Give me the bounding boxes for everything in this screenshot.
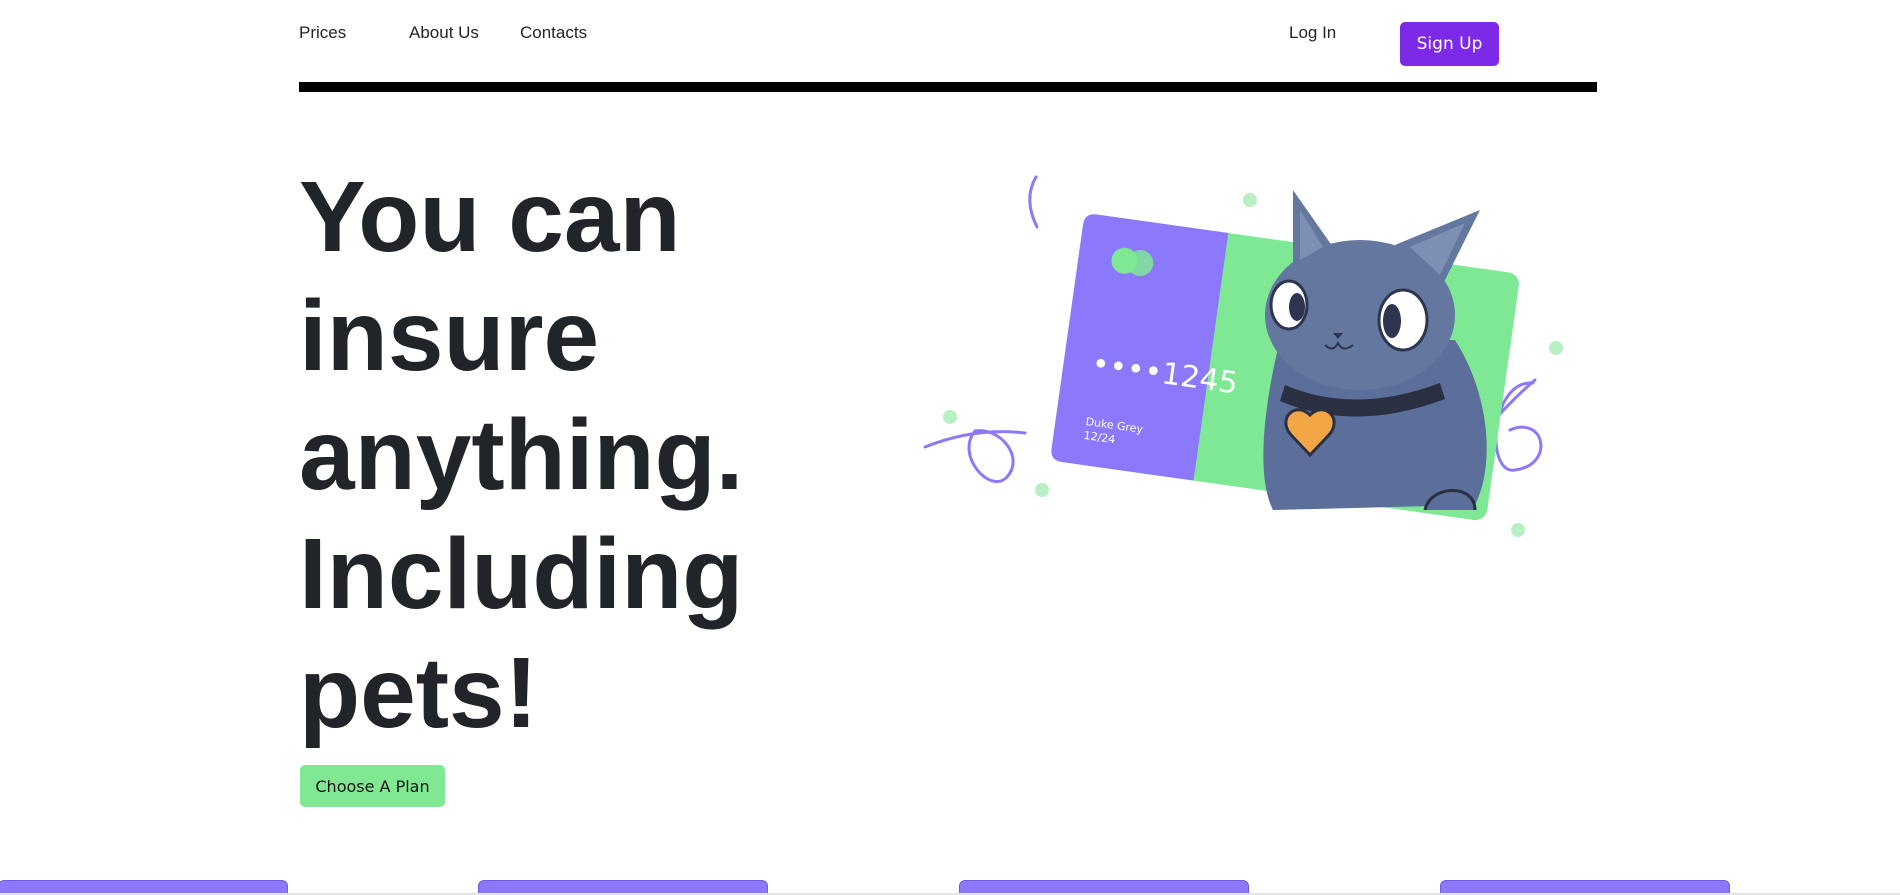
hero-title-line: You can bbox=[299, 161, 681, 273]
nav-divider bbox=[299, 82, 1597, 92]
squiggle-decoration bbox=[1028, 175, 1039, 229]
pet-card-illustration: ••••1245 Duke Grey 12/24 bbox=[923, 175, 1563, 537]
hero-title: You can insure anything. Including pets! bbox=[299, 158, 859, 753]
dot-decoration bbox=[1549, 341, 1563, 355]
nav-link-about-us[interactable]: About Us bbox=[409, 23, 479, 43]
dot-decoration bbox=[943, 410, 957, 424]
login-link[interactable]: Log In bbox=[1289, 23, 1336, 43]
nav-link-contacts[interactable]: Contacts bbox=[520, 23, 587, 43]
signup-button[interactable]: Sign Up bbox=[1400, 22, 1499, 66]
cat-icon bbox=[1263, 190, 1487, 511]
hero-title-line: anything. bbox=[299, 399, 744, 511]
dot-decoration bbox=[1035, 483, 1049, 497]
choose-plan-button[interactable]: Choose A Plan bbox=[300, 765, 445, 807]
hero-title-line: Including bbox=[299, 518, 744, 630]
page: Prices About Us Contacts Log In Sign Up … bbox=[0, 0, 1900, 895]
dot-decoration bbox=[1243, 193, 1257, 207]
nav-link-prices[interactable]: Prices bbox=[299, 23, 346, 43]
dot-decoration bbox=[1511, 523, 1525, 537]
squiggle-decoration bbox=[923, 429, 1027, 483]
hero-title-line: pets! bbox=[299, 637, 538, 749]
hero-title-line: insure bbox=[299, 280, 600, 392]
